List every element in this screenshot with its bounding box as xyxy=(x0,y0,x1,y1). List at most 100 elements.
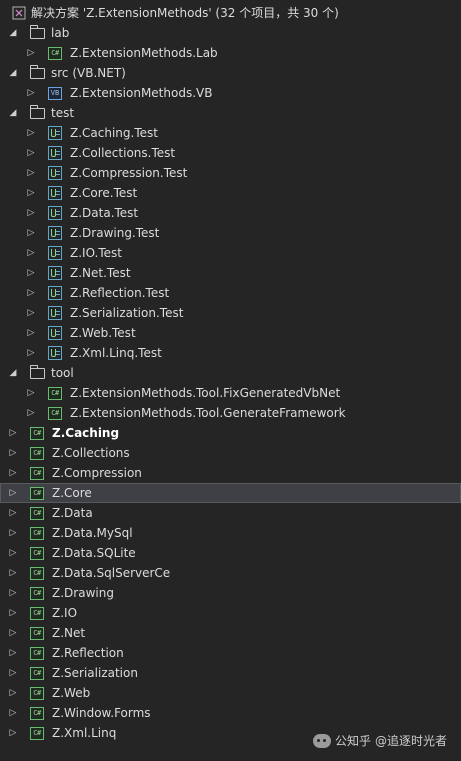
project-label: Z.IO xyxy=(52,606,78,620)
collapsed-arrow-icon[interactable]: ▷ xyxy=(6,603,20,623)
collapsed-arrow-icon[interactable]: ▷ xyxy=(6,643,20,663)
collapsed-arrow-icon[interactable]: ▷ xyxy=(6,523,20,543)
collapsed-arrow-icon[interactable]: ▷ xyxy=(6,623,20,643)
collapsed-arrow-icon[interactable]: ▷ xyxy=(24,203,38,223)
project-node[interactable]: ▷ C# Z.Drawing xyxy=(0,583,461,603)
project-label: Z.Web xyxy=(52,686,91,700)
collapsed-arrow-icon[interactable]: ▷ xyxy=(6,463,20,483)
project-node[interactable]: ▷ VB Z.ExtensionMethods.VB xyxy=(0,83,461,103)
project-label: Z.Net.Test xyxy=(70,266,131,280)
solution-label: 解决方案 'Z.ExtensionMethods' (32 个项目，共 30 个… xyxy=(31,6,339,20)
test-project-node[interactable]: ▷ Z.Collections.Test xyxy=(0,143,461,163)
collapsed-arrow-icon[interactable]: ▷ xyxy=(6,503,20,523)
expanded-arrow-icon[interactable]: ◢ xyxy=(6,23,20,43)
project-node[interactable]: ▷ C# Z.ExtensionMethods.Tool.GenerateFra… xyxy=(0,403,461,423)
project-node[interactable]: ▷ C# Z.IO xyxy=(0,603,461,623)
csharp-project-icon: C# xyxy=(30,447,44,460)
project-label: Z.ExtensionMethods.Lab xyxy=(70,46,218,60)
folder-test[interactable]: ◢ test xyxy=(0,103,461,123)
collapsed-arrow-icon[interactable]: ▷ xyxy=(24,243,38,263)
folder-src[interactable]: ◢ src (VB.NET) xyxy=(0,63,461,83)
collapsed-arrow-icon[interactable]: ▷ xyxy=(6,563,20,583)
collapsed-arrow-icon[interactable]: ▷ xyxy=(6,443,20,463)
csharp-project-icon: C# xyxy=(30,527,44,540)
project-node[interactable]: ▷ C# Z.Data.MySql xyxy=(0,523,461,543)
project-label: Z.IO.Test xyxy=(70,246,122,260)
project-node[interactable]: ▷ C# Z.Caching xyxy=(0,423,461,443)
collapsed-arrow-icon[interactable]: ▷ xyxy=(24,143,38,163)
collapsed-arrow-icon[interactable]: ▷ xyxy=(24,83,38,103)
collapsed-arrow-icon[interactable]: ▷ xyxy=(6,663,20,683)
test-project-node[interactable]: ▷ Z.Xml.Linq.Test xyxy=(0,343,461,363)
solution-node[interactable]: 解决方案 'Z.ExtensionMethods' (32 个项目，共 30 个… xyxy=(0,3,461,23)
test-project-icon xyxy=(48,266,62,280)
collapsed-arrow-icon[interactable]: ▷ xyxy=(24,323,38,343)
project-node[interactable]: ▷ C# Z.Window.Forms xyxy=(0,703,461,723)
csharp-project-icon: C# xyxy=(30,607,44,620)
test-project-node[interactable]: ▷ Z.Web.Test xyxy=(0,323,461,343)
collapsed-arrow-icon[interactable]: ▷ xyxy=(24,183,38,203)
csharp-project-icon: C# xyxy=(30,627,44,640)
collapsed-arrow-icon[interactable]: ▷ xyxy=(24,403,38,423)
project-label: Z.Data.SqlServerCe xyxy=(52,566,171,580)
collapsed-arrow-icon[interactable]: ▷ xyxy=(24,163,38,183)
collapsed-arrow-icon[interactable]: ▷ xyxy=(6,703,20,723)
project-node[interactable]: ▷ C# Z.Net xyxy=(0,623,461,643)
project-node[interactable]: ▷ C# Z.ExtensionMethods.Lab xyxy=(0,43,461,63)
project-label: Z.Serialization.Test xyxy=(70,306,184,320)
project-node[interactable]: ▷ C# Z.ExtensionMethods.Tool.FixGenerate… xyxy=(0,383,461,403)
project-node[interactable]: ▷ C# Z.Data xyxy=(0,503,461,523)
csharp-project-icon: C# xyxy=(30,507,44,520)
csharp-project-icon: C# xyxy=(30,487,44,500)
test-project-icon xyxy=(48,226,62,240)
test-project-node[interactable]: ▷ Z.Caching.Test xyxy=(0,123,461,143)
test-project-node[interactable]: ▷ Z.Compression.Test xyxy=(0,163,461,183)
project-node[interactable]: ▷ C# Z.Compression xyxy=(0,463,461,483)
expanded-arrow-icon[interactable]: ◢ xyxy=(6,103,20,123)
csharp-project-icon: C# xyxy=(48,407,62,420)
wechat-logo-icon xyxy=(312,733,331,748)
collapsed-arrow-icon[interactable]: ▷ xyxy=(24,123,38,143)
test-project-node[interactable]: ▷ Z.Data.Test xyxy=(0,203,461,223)
collapsed-arrow-icon[interactable]: ▷ xyxy=(6,683,20,703)
project-node[interactable]: ▷ C# Z.Reflection xyxy=(0,643,461,663)
collapsed-arrow-icon[interactable]: ▷ xyxy=(24,43,38,63)
collapsed-arrow-icon[interactable]: ▷ xyxy=(6,723,20,743)
folder-icon xyxy=(30,65,45,79)
csharp-project-icon: C# xyxy=(30,567,44,580)
collapsed-arrow-icon[interactable]: ▷ xyxy=(24,303,38,323)
collapsed-arrow-icon[interactable]: ▷ xyxy=(24,223,38,243)
test-project-node[interactable]: ▷ Z.Net.Test xyxy=(0,263,461,283)
collapsed-arrow-icon[interactable]: ▷ xyxy=(24,343,38,363)
project-label: Z.Web.Test xyxy=(70,326,136,340)
test-project-node[interactable]: ▷ Z.Drawing.Test xyxy=(0,223,461,243)
collapsed-arrow-icon[interactable]: ▷ xyxy=(6,483,20,503)
folder-lab[interactable]: ◢ lab xyxy=(0,23,461,43)
test-project-node[interactable]: ▷ Z.Reflection.Test xyxy=(0,283,461,303)
project-label: Z.Compression xyxy=(52,466,142,480)
project-node[interactable]: ▷ C# Z.Data.SqlServerCe xyxy=(0,563,461,583)
project-label: Z.Window.Forms xyxy=(52,706,151,720)
test-project-icon xyxy=(48,286,62,300)
test-project-icon xyxy=(48,146,62,160)
collapsed-arrow-icon[interactable]: ▷ xyxy=(6,423,20,443)
test-project-icon xyxy=(48,166,62,180)
project-node[interactable]: ▷ C# Z.Collections xyxy=(0,443,461,463)
csharp-project-icon: C# xyxy=(30,587,44,600)
project-node[interactable]: ▷ C# Z.Serialization xyxy=(0,663,461,683)
collapsed-arrow-icon[interactable]: ▷ xyxy=(24,283,38,303)
test-project-node[interactable]: ▷ Z.Serialization.Test xyxy=(0,303,461,323)
project-node[interactable]: ▷ C# Z.Web xyxy=(0,683,461,703)
project-node-selected[interactable]: ▷ C# Z.Core xyxy=(0,483,461,503)
collapsed-arrow-icon[interactable]: ▷ xyxy=(24,383,38,403)
expanded-arrow-icon[interactable]: ◢ xyxy=(6,363,20,383)
collapsed-arrow-icon[interactable]: ▷ xyxy=(6,543,20,563)
folder-tool[interactable]: ◢ tool xyxy=(0,363,461,383)
collapsed-arrow-icon[interactable]: ▷ xyxy=(6,583,20,603)
project-node[interactable]: ▷ C# Z.Data.SQLite xyxy=(0,543,461,563)
project-label: Z.ExtensionMethods.VB xyxy=(70,86,213,100)
test-project-node[interactable]: ▷ Z.Core.Test xyxy=(0,183,461,203)
test-project-node[interactable]: ▷ Z.IO.Test xyxy=(0,243,461,263)
expanded-arrow-icon[interactable]: ◢ xyxy=(6,63,20,83)
collapsed-arrow-icon[interactable]: ▷ xyxy=(24,263,38,283)
